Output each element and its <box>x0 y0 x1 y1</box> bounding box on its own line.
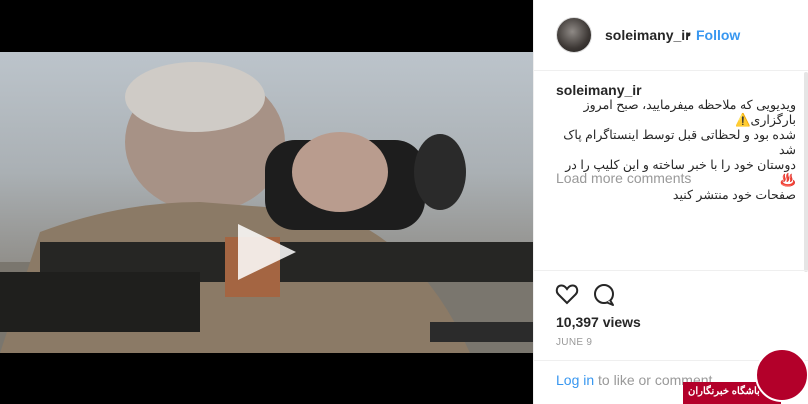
media-area <box>0 0 533 404</box>
header-username[interactable]: soleimany_ir <box>605 27 691 43</box>
follow-button[interactable]: Follow <box>696 27 740 43</box>
load-more-comments-link[interactable]: Load more comments <box>556 170 691 186</box>
post-side-panel: soleimany_ir • Follow soleimany_ir ویدیو… <box>533 0 808 404</box>
comment-icon[interactable] <box>592 283 616 307</box>
post-header: soleimany_ir • Follow <box>534 0 808 71</box>
avatar[interactable] <box>556 17 592 53</box>
video-frame <box>0 62 533 353</box>
watermark-text: باشگاه خبرنگاران <box>688 386 760 397</box>
play-icon[interactable] <box>238 224 296 280</box>
caption-username[interactable]: soleimany_ir <box>556 82 642 98</box>
comments-scrollbar[interactable] <box>804 72 808 272</box>
post-date[interactable]: JUNE 9 <box>556 337 592 348</box>
login-link[interactable]: Log in <box>556 372 594 388</box>
caption-text: ویدیویی که ملاحظه میفرمایید، صبح امروز ب… <box>563 98 796 202</box>
divider <box>534 270 808 271</box>
heart-icon[interactable] <box>555 283 579 305</box>
view-count[interactable]: 10,397 views <box>556 314 641 330</box>
video-player[interactable] <box>0 52 533 353</box>
separator-dot: • <box>686 26 691 42</box>
watermark-logo <box>755 348 808 402</box>
